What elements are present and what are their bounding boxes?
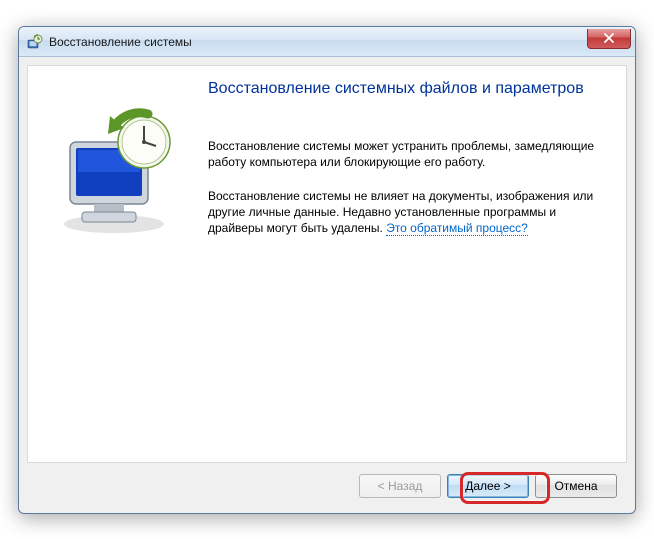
reversible-process-link[interactable]: Это обратимый процесс?: [386, 221, 528, 236]
intro-paragraph-2: Восстановление системы не влияет на доку…: [208, 188, 606, 237]
intro-paragraph-1: Восстановление системы может устранить п…: [208, 138, 606, 170]
window-title: Восстановление системы: [49, 35, 587, 49]
cancel-button[interactable]: Отмена: [535, 474, 617, 498]
back-button: < Назад: [359, 474, 441, 498]
titlebar: Восстановление системы: [19, 27, 635, 57]
restore-illustration: [56, 106, 186, 236]
content-area: Восстановление системных файлов и параме…: [27, 65, 627, 463]
system-restore-icon: [27, 34, 43, 50]
next-button[interactable]: Далее >: [447, 474, 529, 498]
close-icon: [603, 33, 615, 43]
system-restore-dialog: Восстановление системы: [18, 26, 636, 514]
button-bar: < Назад Далее > Отмена: [27, 467, 627, 505]
page-heading: Восстановление системных файлов и параме…: [208, 80, 584, 98]
close-button[interactable]: [587, 29, 631, 49]
